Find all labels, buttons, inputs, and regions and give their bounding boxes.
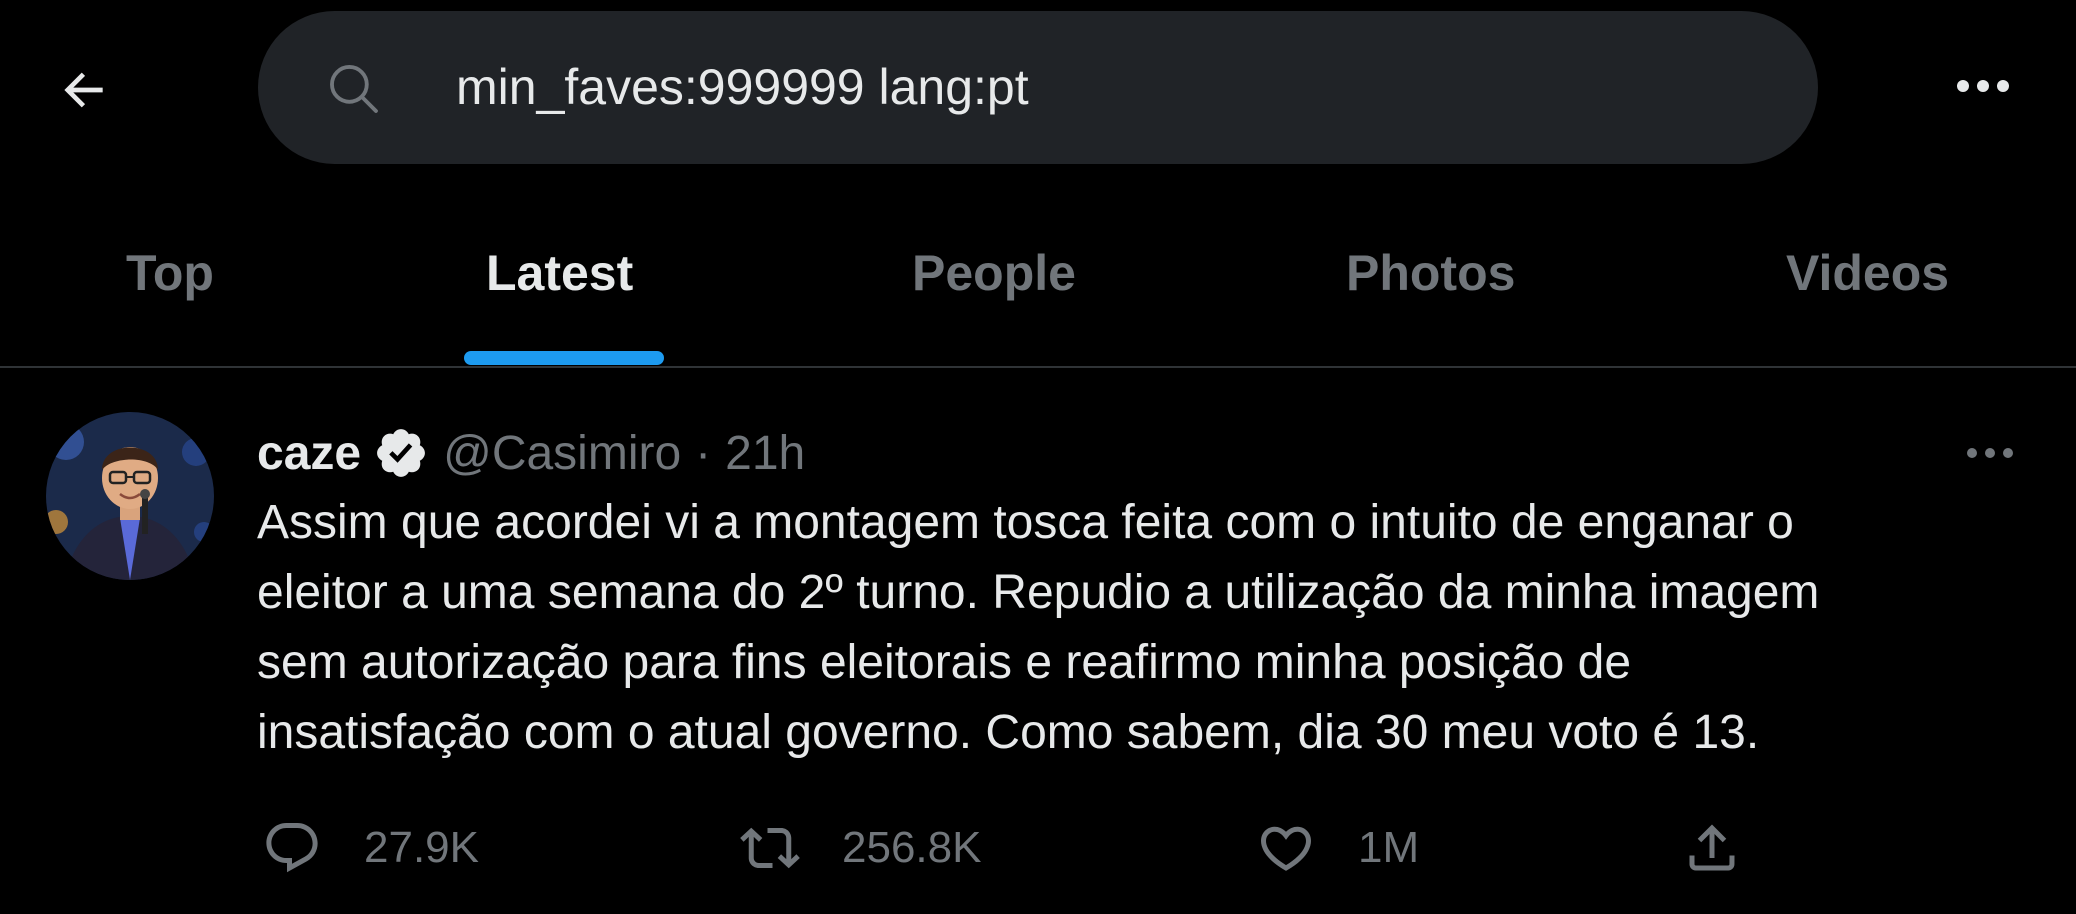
tab-videos[interactable]: Videos [1770, 220, 1970, 366]
tweet-header: caze @Casimiro · 21h [257, 418, 805, 488]
tab-people[interactable]: People [900, 220, 1100, 366]
arrow-left-icon [64, 72, 103, 108]
avatar[interactable] [46, 412, 214, 580]
tab-label: Latest [486, 245, 634, 301]
display-name[interactable]: caze [257, 426, 361, 481]
verified-badge-icon [377, 429, 426, 477]
reply-button[interactable]: 27.9K [262, 808, 479, 888]
retweet-count: 256.8K [842, 823, 982, 872]
search-icon [330, 65, 378, 113]
reply-icon [266, 823, 318, 873]
more-options-button[interactable] [1950, 58, 2016, 114]
more-horizontal-icon [1967, 448, 2013, 458]
tab-top[interactable]: Top [100, 220, 240, 366]
tweet[interactable]: caze @Casimiro · 21h Assim que acordei v… [0, 368, 2076, 914]
search-input[interactable] [456, 47, 1756, 127]
tab-label: Videos [1786, 245, 1950, 301]
like-button[interactable]: 1M [1256, 808, 1419, 888]
tweet-text: Assim que acordei vi a montagem tosca fe… [257, 488, 2017, 768]
retweet-button[interactable]: 256.8K [740, 808, 981, 888]
top-bar [0, 0, 2076, 176]
tab-label: People [912, 245, 1076, 301]
like-count: 1M [1358, 823, 1420, 872]
back-button[interactable] [52, 58, 116, 122]
tab-label: Photos [1346, 245, 1516, 301]
retweet-icon [740, 827, 800, 869]
more-horizontal-icon [1957, 80, 2009, 92]
tab-photos[interactable]: Photos [1330, 220, 1550, 366]
tweet-more-button[interactable] [1962, 428, 2018, 478]
separator-dot: · [695, 426, 712, 480]
tweet-text-line: insatisfação com o atual governo. Como s… [257, 706, 1760, 759]
share-button[interactable] [1682, 808, 1742, 888]
tweet-text-line: eleitor a uma semana do 2º turno. Repudi… [257, 566, 1820, 619]
tab-latest[interactable]: Latest [464, 220, 664, 366]
tab-label: Top [126, 245, 214, 301]
active-tab-indicator [464, 351, 664, 365]
reply-count: 27.9K [364, 823, 479, 872]
tweet-actions: 27.9K 256.8K 1M [0, 808, 2076, 888]
user-handle[interactable]: @Casimiro [443, 426, 681, 481]
search-box[interactable] [258, 11, 1818, 164]
tweet-text-line: Assim que acordei vi a montagem tosca fe… [257, 496, 1794, 549]
search-tabs: Top Latest People Photos Videos [0, 220, 2076, 366]
avatar-image [46, 412, 214, 580]
heart-icon [1260, 826, 1312, 871]
tweet-timestamp[interactable]: 21h [725, 426, 805, 481]
tweet-text-line: sem autorização para fins eleitorais e r… [257, 636, 1632, 689]
share-icon [1689, 824, 1735, 871]
